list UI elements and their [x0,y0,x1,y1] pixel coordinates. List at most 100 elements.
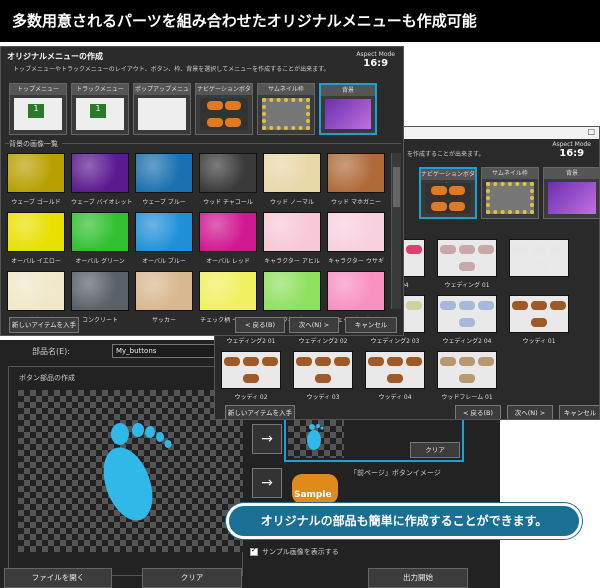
button-set-caption: ウェディング2 03 [370,338,420,345]
background-caption: ウッド チャコール [203,199,253,206]
tab-thumb [425,183,471,213]
tab-thumbnail-frame[interactable]: サムネイル枠 [257,83,315,135]
clear-button[interactable]: クリア [142,568,242,588]
tab-popup-menu[interactable]: ポップアップメニュー [133,83,191,135]
button-set-item[interactable]: ウッディ 03 [293,351,353,401]
window-subtitle: トップメニューやトラックメニューのレイアウト、ボタン、枠、背景を選択してメニュー… [13,66,330,73]
tab-label: ナビゲーションボタン [196,84,252,104]
button-set-caption: ウッディ 01 [522,338,556,345]
button-set-thumbnail [509,239,569,277]
output-start-button[interactable]: 出力開始 [368,568,468,588]
background-caption: ウッド マホガニー [331,199,381,206]
tab-navigation-button[interactable]: ナビゲーションボタン [195,83,253,135]
background-image-grid: ウェーブ ゴールド ウェーブ バイオレット ウェーブ ブルー ウッド チャコール ウッド… [7,153,387,324]
back-next-button[interactable]: 次へ(N) > [507,405,553,419]
apply-arrow-button[interactable]: → [252,424,282,454]
background-item[interactable]: コンクリート [71,271,129,324]
back-cancel-button[interactable]: キャンセル [559,405,599,419]
tab-label: ポップアップメニュー [134,84,190,104]
background-thumbnail [199,212,257,252]
footprint-small-icon [307,424,324,450]
background-caption: ウェーブ ブルー [142,199,186,206]
tab-thumbnail-frame[interactable]: サムネイル枠 [481,167,539,219]
button-set-item[interactable]: ウッディ 02 [221,351,281,401]
background-thumbnail [71,212,129,252]
next-button[interactable]: 次へ(N) > [289,317,339,333]
back-aspect-mode: Aspect Mode 16:9 [552,141,591,159]
aspect-label: Aspect Mode [552,141,591,148]
scroll-thumb[interactable] [393,167,400,207]
background-item[interactable]: オーバル グリーン [71,212,129,265]
tab-top-menu[interactable]: トップメニュー 1 [9,83,67,135]
background-caption: オーバル ブルー [142,258,186,265]
button-set-item[interactable]: ウッドフレーム 01 [437,351,497,401]
back-button[interactable]: < 戻る(B) [235,317,285,333]
aspect-value: 16:9 [363,58,389,69]
open-file-button[interactable]: ファイルを開く [4,568,112,588]
background-item[interactable]: サッカー [135,271,193,324]
background-item[interactable]: ウェーブ ブルー [135,153,193,206]
slot-clear-button[interactable]: クリア [410,442,460,458]
new-item-button[interactable]: 新しいアイテムを入手 [9,317,79,333]
apply-arrow-button-2[interactable]: → [252,468,282,498]
back-new-item-button[interactable]: 新しいアイテムを入手 [225,405,295,419]
tab-label: 背景 [321,85,375,96]
background-caption: キャラクター アヒル [264,258,320,265]
button-set-thumbnail [437,295,497,333]
background-item[interactable]: ウェーブ バイオレット [71,153,133,206]
tab-track-menu[interactable]: トラックメニュー 1 [71,83,129,135]
show-sample-label: サンプル画像を表示する [262,548,339,556]
tab-thumb: 1 [14,98,62,130]
part-name-input[interactable]: My_buttons [112,344,222,358]
button-set-thumbnail [221,351,281,389]
background-thumbnail [327,271,385,311]
background-thumbnail [327,153,385,193]
background-thumbnail [199,271,257,311]
button-set-item[interactable]: ウェディング2 04 [437,295,497,345]
background-item[interactable]: キャラクター ウサギ [327,212,385,265]
background-item[interactable]: オーバル イエロー [7,212,65,265]
preview-canvas[interactable] [18,390,243,552]
button-set-item[interactable]: ウェディング 01 [437,239,497,289]
background-thumbnail [263,271,321,311]
tab-background[interactable]: 背景 [543,167,599,219]
background-item[interactable]: ウッド ノーマル [263,153,321,206]
background-caption: オーバル グリーン [75,258,125,265]
background-item[interactable]: オーバル レッド [199,212,257,265]
cancel-button[interactable]: キャンセル [345,317,397,333]
background-item[interactable]: ウッド チャコール [199,153,257,206]
aspect-mode: Aspect Mode 16:9 [356,51,395,69]
background-item[interactable]: オーバル ブルー [135,212,193,265]
aspect-value: 16:9 [559,148,585,159]
background-thumbnail [135,153,193,193]
list-scrollbar[interactable] [391,153,401,309]
button-set-thumbnail [365,351,425,389]
back-back-button[interactable]: < 戻る(B) [455,405,501,419]
button-set-thumbnail [437,239,497,277]
background-thumbnail [135,271,193,311]
button-set-caption: ウッディ 04 [378,394,412,401]
slot-preview [288,414,344,458]
background-item[interactable]: ウェーブ ゴールド [7,153,65,206]
background-thumbnail [263,153,321,193]
background-thumbnail [135,212,193,252]
background-item[interactable]: ウッド マホガニー [327,153,385,206]
background-caption: ウェーブ ゴールド [11,199,61,206]
original-menu-window: オリジナルメニューの作成 トップメニューやトラックメニューのレイアウト、ボタン、… [0,46,404,336]
sample-orange-button: Sample [292,474,338,504]
button-set-item[interactable]: ウッディ 04 [365,351,425,401]
background-item[interactable]: キャラクター アヒル [263,212,321,265]
button-set-item[interactable]: ウッディ 01 [509,295,569,345]
maximize-icon[interactable]: □ [587,127,595,136]
tab-thumb [138,98,186,130]
part-name-label: 部品名(E): [32,347,70,356]
background-caption: オーバル レッド [206,258,250,265]
tab-label: トラックメニュー [72,84,128,95]
tab-navigation-button[interactable]: ナビゲーションボタン [419,167,477,219]
background-thumbnail [199,153,257,193]
tab-background[interactable]: 背景 [319,83,377,135]
button-set-caption: ウェディング 01 [444,282,490,289]
tab-thumb [262,98,310,130]
show-sample-checkbox[interactable]: ✓ [250,546,258,556]
button-set-item[interactable] [509,239,569,289]
